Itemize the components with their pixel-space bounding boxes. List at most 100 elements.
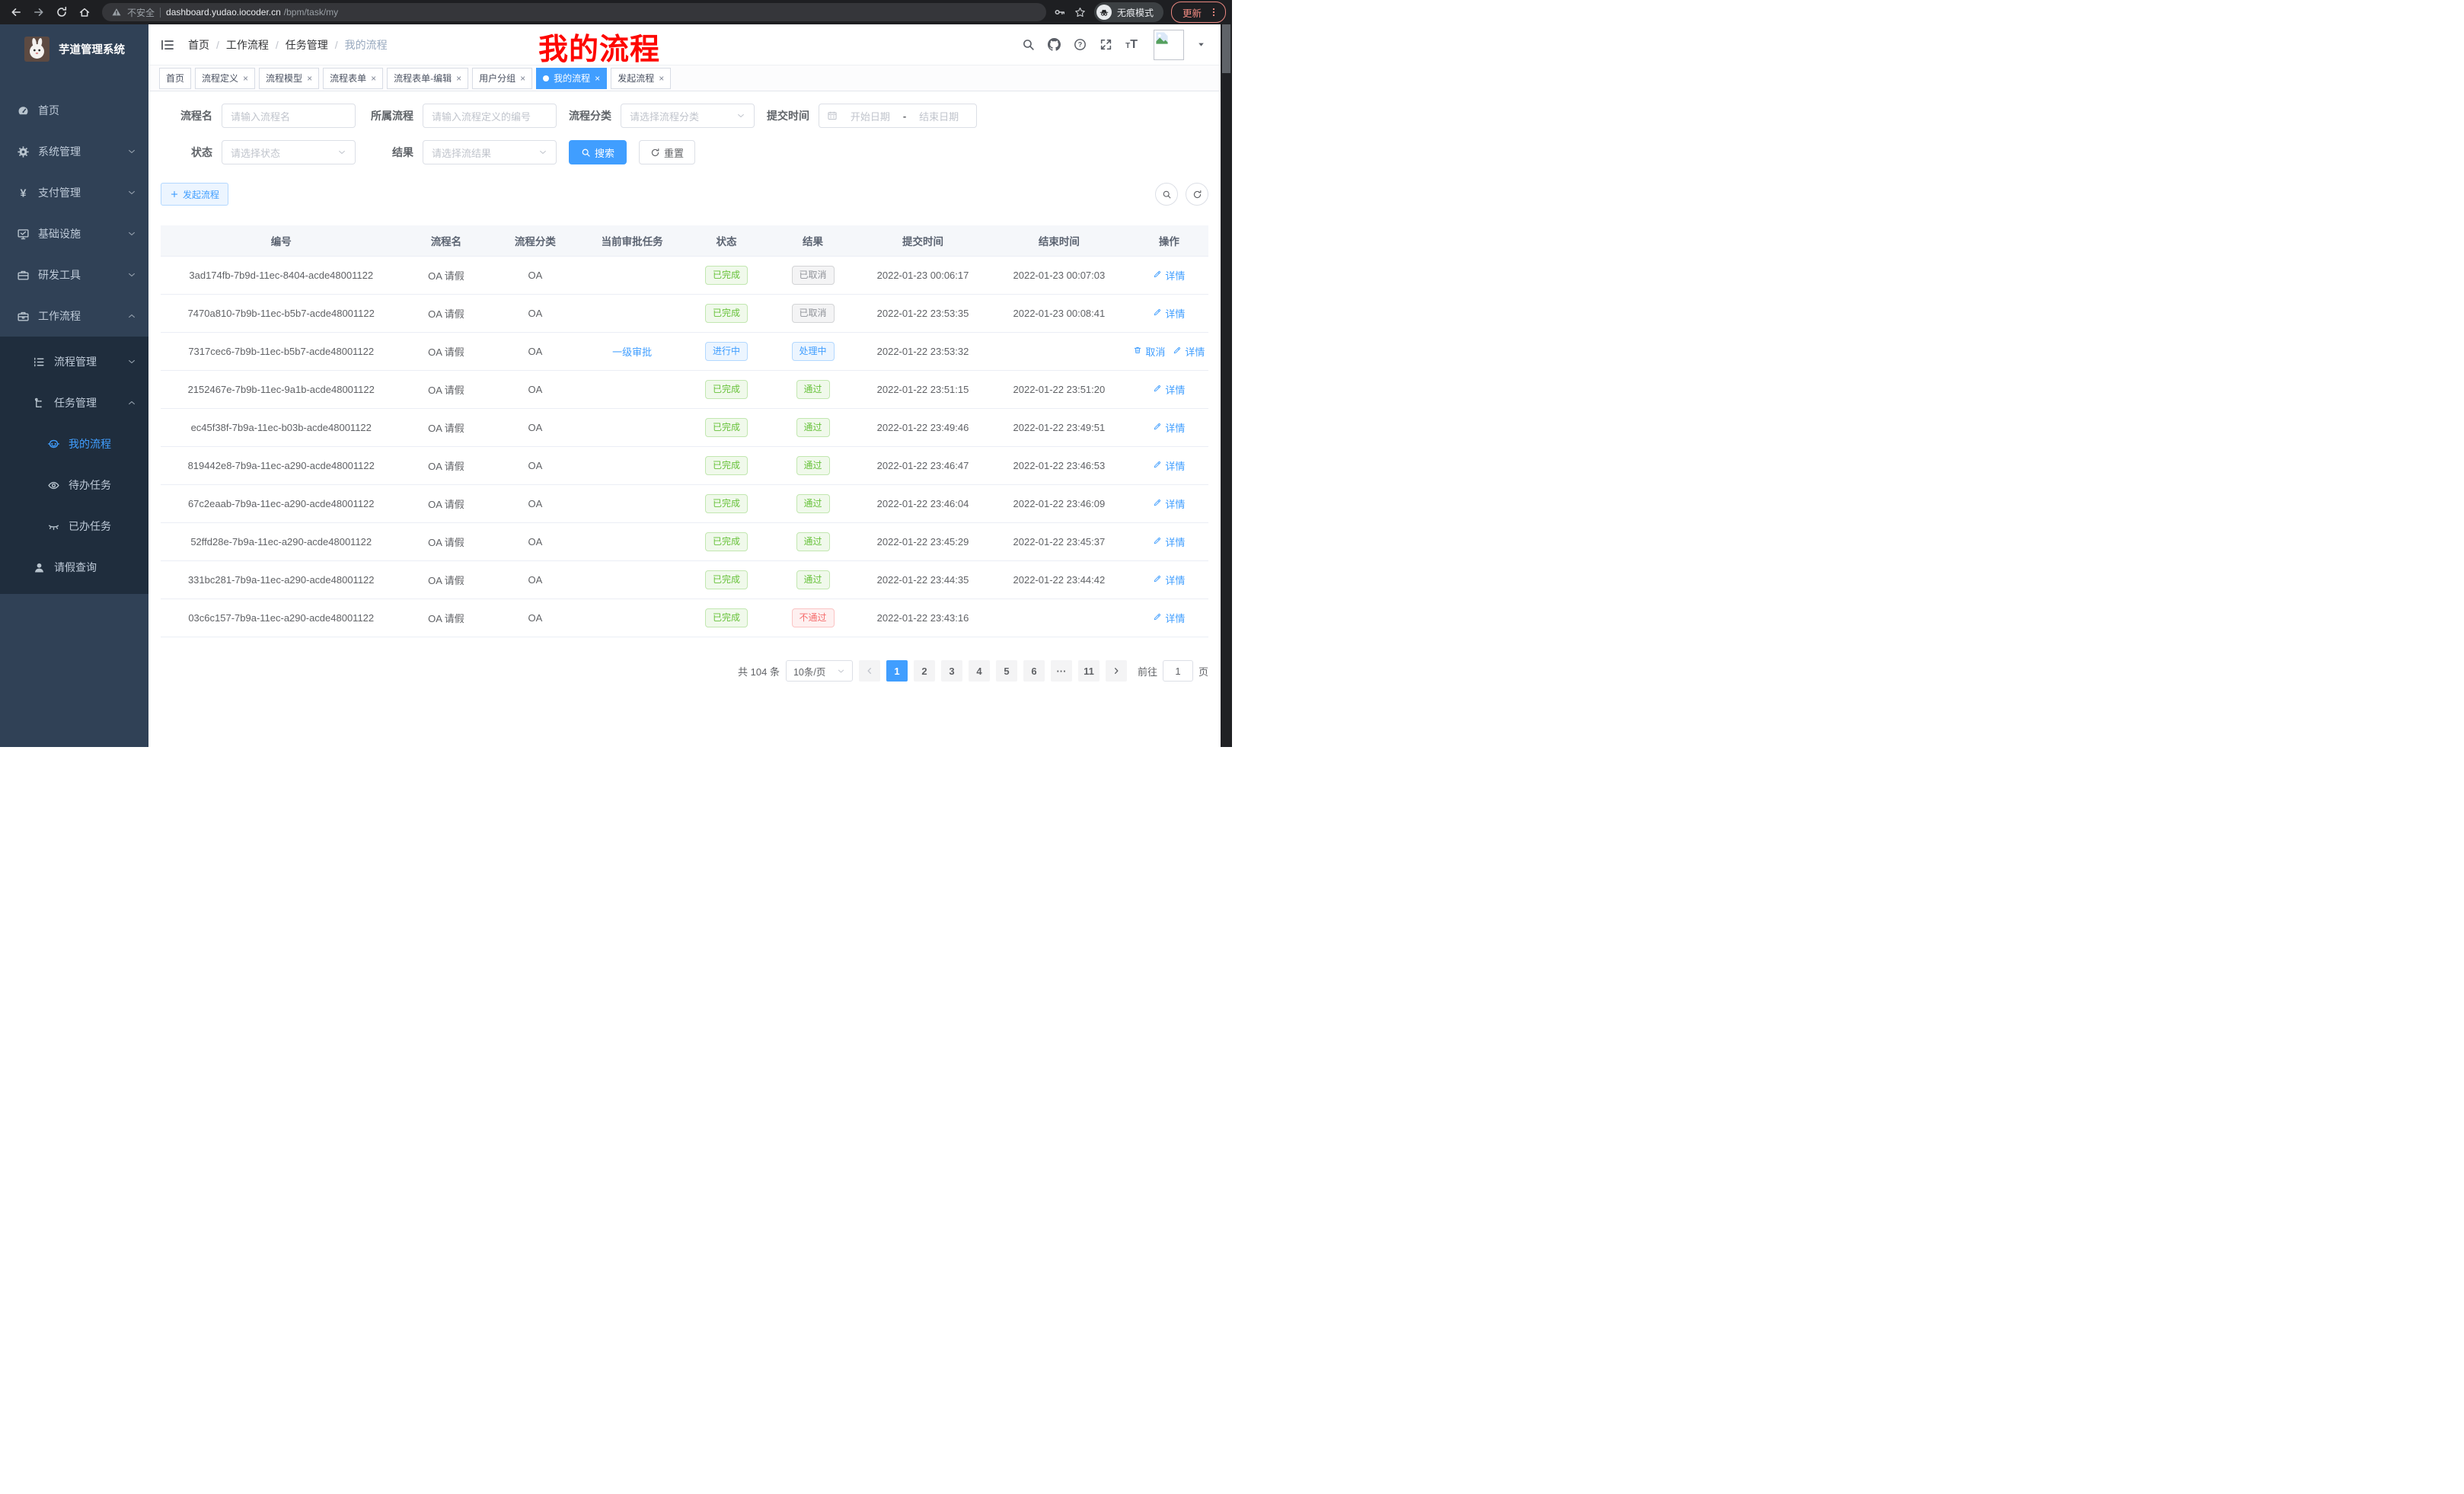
start-process-button[interactable]: 发起流程: [161, 183, 228, 206]
sidebar-item-请假查询[interactable]: 请假查询: [0, 547, 148, 588]
back-icon[interactable]: [6, 2, 26, 22]
cell-status: 已完成: [685, 371, 768, 409]
goto-page-input[interactable]: 1: [1163, 660, 1193, 682]
reset-button[interactable]: 重置: [639, 140, 695, 164]
font-size-icon[interactable]: TT: [1125, 38, 1138, 52]
avatar[interactable]: [1154, 30, 1184, 60]
tab-发起流程[interactable]: 发起流程×: [611, 68, 671, 89]
tab-流程表单-编辑[interactable]: 流程表单-编辑×: [387, 68, 468, 89]
cell-result: 已取消: [768, 295, 857, 333]
tab-close-icon[interactable]: ×: [307, 74, 312, 83]
update-button[interactable]: 更新: [1171, 2, 1226, 23]
update-label[interactable]: 更新: [1183, 5, 1202, 20]
process-name-input[interactable]: 请输入流程名: [222, 104, 356, 128]
detail-link[interactable]: 详情: [1153, 611, 1185, 625]
breadcrumb-item[interactable]: 工作流程: [226, 37, 269, 53]
column-header: 结果: [768, 225, 857, 257]
url-path: /bpm/task/my: [284, 7, 338, 18]
tab-我的流程[interactable]: 我的流程×: [536, 68, 607, 89]
github-icon[interactable]: [1048, 38, 1061, 51]
sidebar-item-基础设施[interactable]: 基础设施: [0, 213, 148, 254]
detail-link[interactable]: 详情: [1153, 268, 1185, 283]
submit-time-label: 提交时间: [767, 108, 809, 123]
url-host[interactable]: dashboard.yudao.iocoder.cn: [166, 7, 281, 18]
status-select[interactable]: 请选择状态: [222, 140, 356, 164]
cancel-link[interactable]: 取消: [1133, 344, 1165, 359]
tab-流程定义[interactable]: 流程定义×: [195, 68, 255, 89]
reload-icon[interactable]: [52, 2, 72, 22]
tab-用户分组[interactable]: 用户分组×: [472, 68, 532, 89]
sidebar-item-我的流程[interactable]: 我的流程: [0, 423, 148, 464]
page-size-select[interactable]: 10条/页: [786, 660, 853, 682]
next-page-button[interactable]: [1106, 660, 1127, 682]
detail-link[interactable]: 详情: [1153, 458, 1185, 473]
avatar-caret-icon[interactable]: [1197, 40, 1205, 49]
sidebar-item-已办任务[interactable]: 已办任务: [0, 506, 148, 547]
forward-icon[interactable]: [29, 2, 49, 22]
table-row: 7470a810-7b9b-11ec-b5b7-acde48001122OA 请…: [161, 295, 1208, 333]
show-search-button[interactable]: [1155, 183, 1178, 206]
start-date-placeholder[interactable]: 开始日期: [841, 109, 900, 123]
date-range-input[interactable]: 开始日期 - 结束日期: [819, 104, 977, 128]
detail-link[interactable]: 详情: [1173, 344, 1205, 359]
page-ellipsis[interactable]: ···: [1051, 660, 1072, 682]
security-label[interactable]: 不安全: [127, 6, 155, 19]
tab-close-icon[interactable]: ×: [456, 74, 461, 83]
home-icon[interactable]: [75, 2, 94, 22]
detail-link[interactable]: 详情: [1153, 535, 1185, 549]
breadcrumb-item[interactable]: 首页: [188, 37, 209, 53]
detail-link[interactable]: 详情: [1153, 420, 1185, 435]
refresh-button[interactable]: [1186, 183, 1208, 206]
tab-close-icon[interactable]: ×: [659, 74, 664, 83]
tab-close-icon[interactable]: ×: [243, 74, 248, 83]
sidebar-item-工作流程[interactable]: 工作流程: [0, 295, 148, 337]
detail-link[interactable]: 详情: [1153, 382, 1185, 397]
bookmark-star-icon[interactable]: [1074, 6, 1087, 19]
current-task-link[interactable]: 一级审批: [612, 344, 652, 359]
sidebar-item-待办任务[interactable]: 待办任务: [0, 464, 148, 506]
sidebar-item-系统管理[interactable]: 系统管理: [0, 131, 148, 172]
parent-process-input[interactable]: 请输入流程定义的编号: [423, 104, 557, 128]
edit-icon: [1153, 574, 1162, 586]
page-button[interactable]: 5: [996, 660, 1017, 682]
sidebar-item-任务管理[interactable]: 任务管理: [0, 382, 148, 423]
search-button[interactable]: 搜索: [569, 140, 627, 164]
app-logo-row[interactable]: 芋道管理系统: [0, 24, 148, 73]
result-badge: 通过: [796, 570, 830, 589]
url-bar[interactable]: 不安全 dashboard.yudao.iocoder.cn/bpm/task/…: [102, 3, 1046, 21]
detail-link[interactable]: 详情: [1153, 496, 1185, 511]
sidebar-item-研发工具[interactable]: 研发工具: [0, 254, 148, 295]
page-button[interactable]: 3: [941, 660, 962, 682]
key-icon[interactable]: [1054, 6, 1066, 18]
help-icon[interactable]: ?: [1074, 38, 1087, 51]
sidebar-item-流程管理[interactable]: 流程管理: [0, 341, 148, 382]
detail-link[interactable]: 详情: [1153, 573, 1185, 587]
search-icon[interactable]: [1022, 38, 1035, 51]
browser-menu-icon[interactable]: [1208, 7, 1219, 18]
detail-link[interactable]: 详情: [1153, 306, 1185, 321]
result-select[interactable]: 请选择流结果: [423, 140, 557, 164]
tab-close-icon[interactable]: ×: [371, 74, 376, 83]
sidebar-item-首页[interactable]: 首页: [0, 90, 148, 131]
breadcrumb-item[interactable]: 任务管理: [286, 37, 328, 53]
end-date-placeholder[interactable]: 结束日期: [909, 109, 969, 123]
prev-page-button[interactable]: [859, 660, 880, 682]
page-button[interactable]: 6: [1023, 660, 1045, 682]
fullscreen-icon[interactable]: [1100, 38, 1112, 51]
briefcase-icon: [16, 309, 30, 323]
page-button[interactable]: 1: [886, 660, 908, 682]
page-scrollbar[interactable]: [1221, 24, 1232, 747]
scrollbar-thumb[interactable]: [1222, 24, 1230, 73]
tab-close-icon[interactable]: ×: [595, 74, 600, 83]
tab-close-icon[interactable]: ×: [520, 74, 525, 83]
tab-流程表单[interactable]: 流程表单×: [323, 68, 383, 89]
page-button[interactable]: 2: [914, 660, 935, 682]
sidebar-item-支付管理[interactable]: ¥支付管理: [0, 172, 148, 213]
tab-首页[interactable]: 首页: [159, 68, 191, 89]
category-select[interactable]: 请选择流程分类: [621, 104, 755, 128]
page-button[interactable]: 4: [969, 660, 990, 682]
gear-icon: [16, 145, 30, 158]
page-button[interactable]: 11: [1078, 660, 1100, 682]
sidebar-toggle-icon[interactable]: [160, 37, 177, 53]
tab-流程模型[interactable]: 流程模型×: [259, 68, 319, 89]
